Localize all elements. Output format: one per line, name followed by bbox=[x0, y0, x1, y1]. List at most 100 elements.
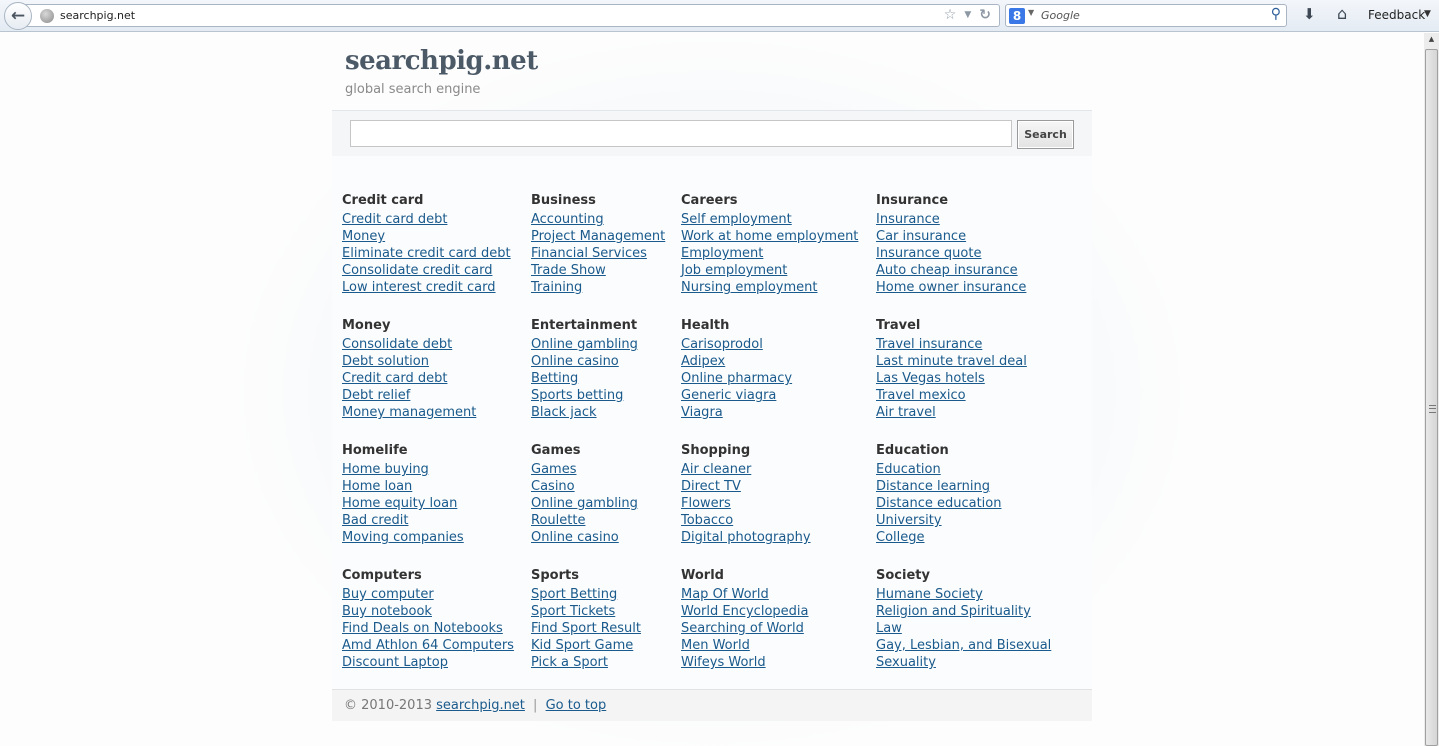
category-link[interactable]: Law bbox=[876, 620, 1051, 637]
category-link[interactable]: Credit card debt bbox=[342, 211, 511, 228]
category-link[interactable]: Air cleaner bbox=[681, 461, 811, 478]
category-link[interactable]: Amd Athlon 64 Computers bbox=[342, 637, 514, 654]
category-link[interactable]: Last minute travel deal bbox=[876, 353, 1027, 370]
category-link[interactable]: Viagra bbox=[681, 404, 792, 421]
category-link[interactable]: Buy computer bbox=[342, 586, 514, 603]
category-link[interactable]: Low interest credit card bbox=[342, 279, 511, 296]
category-link[interactable]: Find Sport Result bbox=[531, 620, 641, 637]
category-link[interactable]: College bbox=[876, 529, 1001, 546]
url-bar[interactable]: searchpig.net ☆ ▼ ↻ bbox=[20, 4, 1000, 27]
category-link[interactable]: Money management bbox=[342, 404, 476, 421]
category-link[interactable]: Map Of World bbox=[681, 586, 808, 603]
category-link[interactable]: Consolidate debt bbox=[342, 336, 476, 353]
search-input[interactable] bbox=[350, 120, 1012, 147]
footer-site-link[interactable]: searchpig.net bbox=[436, 698, 525, 713]
category-link[interactable]: Online gambling bbox=[531, 336, 638, 353]
category-link[interactable]: Consolidate credit card bbox=[342, 262, 511, 279]
category-link[interactable]: Adipex bbox=[681, 353, 792, 370]
category-link[interactable]: Project Management bbox=[531, 228, 665, 245]
back-button[interactable]: ← bbox=[4, 2, 32, 30]
category-link[interactable]: Las Vegas hotels bbox=[876, 370, 1027, 387]
category-link[interactable]: Home buying bbox=[342, 461, 464, 478]
category-link[interactable]: Online casino bbox=[531, 353, 638, 370]
category-link[interactable]: Bad credit bbox=[342, 512, 464, 529]
category-link[interactable]: Financial Services bbox=[531, 245, 665, 262]
category-link[interactable]: Debt relief bbox=[342, 387, 476, 404]
feedback-button[interactable]: Feedback bbox=[1368, 8, 1425, 22]
history-dropdown-icon[interactable]: ▼ bbox=[964, 7, 971, 24]
category-link[interactable]: Wifeys World bbox=[681, 654, 808, 671]
category-link[interactable]: Sport Betting bbox=[531, 586, 641, 603]
scroll-thumb[interactable] bbox=[1425, 49, 1438, 746]
category-link[interactable]: Buy notebook bbox=[342, 603, 514, 620]
category-link[interactable]: Find Deals on Notebooks bbox=[342, 620, 514, 637]
category-link[interactable]: Travel insurance bbox=[876, 336, 1027, 353]
url-text[interactable]: searchpig.net bbox=[60, 9, 135, 22]
engine-dropdown-icon[interactable]: ▼ bbox=[1028, 8, 1034, 17]
category-link[interactable]: Education bbox=[876, 461, 1001, 478]
category-link[interactable]: Pick a Sport bbox=[531, 654, 641, 671]
category-link[interactable]: University bbox=[876, 512, 1001, 529]
category-link[interactable]: Eliminate credit card debt bbox=[342, 245, 511, 262]
category-link[interactable]: Direct TV bbox=[681, 478, 811, 495]
category-link[interactable]: Home owner insurance bbox=[876, 279, 1026, 296]
download-icon[interactable]: ⬇ bbox=[1303, 5, 1316, 23]
category-link[interactable]: Trade Show bbox=[531, 262, 665, 279]
scroll-up-arrow-icon[interactable]: ▲ bbox=[1424, 35, 1439, 47]
category-link[interactable]: Religion and Spirituality bbox=[876, 603, 1051, 620]
category-link[interactable]: Travel mexico bbox=[876, 387, 1027, 404]
category-link[interactable]: Sports betting bbox=[531, 387, 638, 404]
category-link[interactable]: Sport Tickets bbox=[531, 603, 641, 620]
feedback-dropdown-icon[interactable]: ▼ bbox=[1424, 9, 1431, 19]
category-link[interactable]: Tobacco bbox=[681, 512, 811, 529]
category-link[interactable]: Carisoprodol bbox=[681, 336, 792, 353]
category-link[interactable]: Training bbox=[531, 279, 665, 296]
magnifier-icon[interactable]: ⚲ bbox=[1271, 6, 1281, 22]
category-link[interactable]: Sexuality bbox=[876, 654, 1051, 671]
category-link[interactable]: Auto cheap insurance bbox=[876, 262, 1026, 279]
category-link[interactable]: Nursing employment bbox=[681, 279, 858, 296]
category-link[interactable]: Searching of World bbox=[681, 620, 808, 637]
category-link[interactable]: Air travel bbox=[876, 404, 1027, 421]
category-link[interactable]: Humane Society bbox=[876, 586, 1051, 603]
category-link[interactable]: Insurance quote bbox=[876, 245, 1026, 262]
search-button[interactable]: Search bbox=[1017, 120, 1074, 149]
category-link[interactable]: Work at home employment bbox=[681, 228, 858, 245]
bookmark-star-icon[interactable]: ☆ bbox=[944, 7, 957, 24]
vertical-scrollbar[interactable]: ▲ bbox=[1424, 33, 1439, 746]
category-link[interactable]: Distance education bbox=[876, 495, 1001, 512]
category-link[interactable]: Moving companies bbox=[342, 529, 464, 546]
category-link[interactable]: Black jack bbox=[531, 404, 638, 421]
category-link[interactable]: Self employment bbox=[681, 211, 858, 228]
category-link[interactable]: Gay, Lesbian, and Bisexual bbox=[876, 637, 1051, 654]
category-link[interactable]: Betting bbox=[531, 370, 638, 387]
category-link[interactable]: Home equity loan bbox=[342, 495, 464, 512]
category-link[interactable]: Job employment bbox=[681, 262, 858, 279]
go-to-top-link[interactable]: Go to top bbox=[546, 698, 607, 713]
category-link[interactable]: Roulette bbox=[531, 512, 638, 529]
reload-icon[interactable]: ↻ bbox=[979, 7, 991, 24]
category-link[interactable]: Distance learning bbox=[876, 478, 1001, 495]
browser-search-bar[interactable]: 8 ▼ Google ⚲ bbox=[1005, 4, 1287, 27]
category-link[interactable]: Debt solution bbox=[342, 353, 476, 370]
category-link[interactable]: Online pharmacy bbox=[681, 370, 792, 387]
category-link[interactable]: Flowers bbox=[681, 495, 811, 512]
category-link[interactable]: Money bbox=[342, 228, 511, 245]
home-icon[interactable]: ⌂ bbox=[1337, 4, 1347, 23]
category-link[interactable]: Men World bbox=[681, 637, 808, 654]
category-link[interactable]: World Encyclopedia bbox=[681, 603, 808, 620]
category-link[interactable]: Employment bbox=[681, 245, 858, 262]
category-link[interactable]: Home loan bbox=[342, 478, 464, 495]
category-link[interactable]: Generic viagra bbox=[681, 387, 792, 404]
category-link[interactable]: Credit card debt bbox=[342, 370, 476, 387]
category-link[interactable]: Car insurance bbox=[876, 228, 1026, 245]
category-link[interactable]: Games bbox=[531, 461, 638, 478]
category-link[interactable]: Casino bbox=[531, 478, 638, 495]
category-link[interactable]: Digital photography bbox=[681, 529, 811, 546]
category-link[interactable]: Insurance bbox=[876, 211, 1026, 228]
category-link[interactable]: Kid Sport Game bbox=[531, 637, 641, 654]
category-link[interactable]: Online gambling bbox=[531, 495, 638, 512]
category-link[interactable]: Discount Laptop bbox=[342, 654, 514, 671]
category-link[interactable]: Online casino bbox=[531, 529, 638, 546]
category-link[interactable]: Accounting bbox=[531, 211, 665, 228]
